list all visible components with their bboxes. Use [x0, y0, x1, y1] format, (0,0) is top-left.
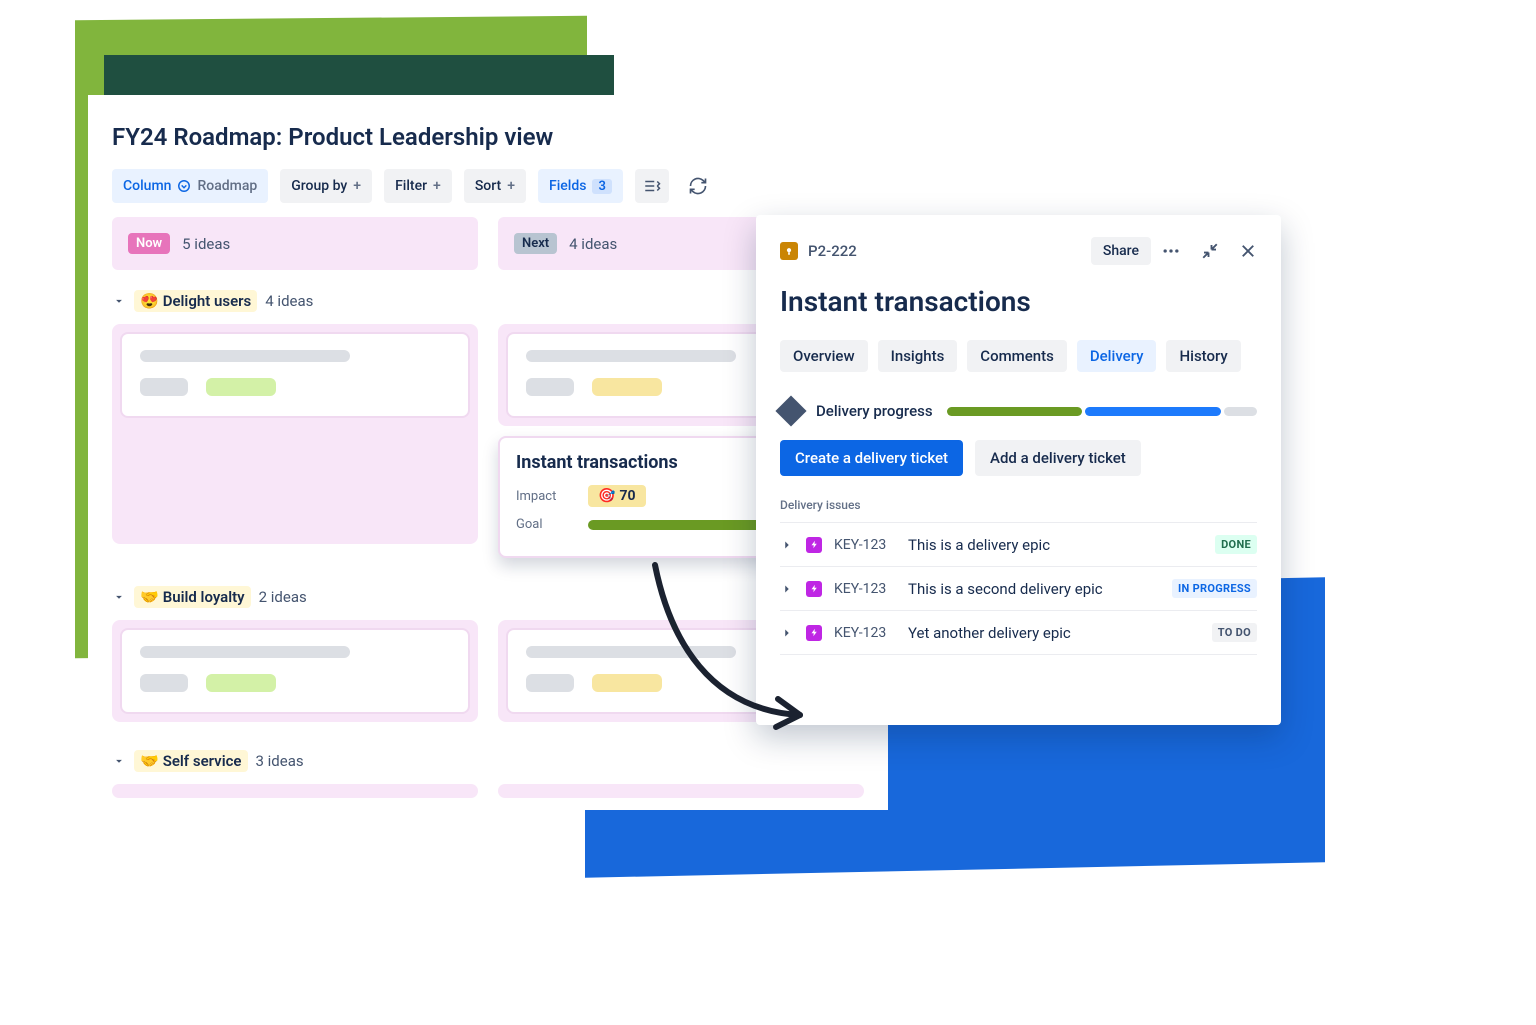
delivery-issue-row[interactable]: KEY-123 This is a delivery epic DONE	[780, 522, 1257, 567]
placeholder-pill	[526, 674, 574, 692]
group-by-button[interactable]: Group by +	[280, 169, 372, 203]
delivery-progress-row: Delivery progress	[780, 400, 1257, 422]
fields-count-badge: 3	[592, 179, 611, 194]
layout-icon-button[interactable]	[635, 169, 669, 203]
panel-title: Instant transactions	[780, 285, 1257, 318]
target-icon: 🎯	[598, 488, 615, 504]
tab-delivery[interactable]: Delivery	[1077, 340, 1157, 372]
group-emoji-badge: 😍 Delight users	[134, 290, 257, 312]
group-emoji-badge: 🤝 Self service	[134, 750, 248, 772]
collapse-icon[interactable]	[1201, 242, 1219, 260]
group-header-self-service[interactable]: 🤝 Self service 3 ideas	[88, 730, 888, 784]
status-badge: DONE	[1215, 535, 1257, 554]
plus-icon: +	[507, 178, 515, 194]
column-selector[interactable]: Column Roadmap	[112, 169, 268, 203]
column-count: 5 ideas	[182, 235, 230, 253]
chevron-right-icon	[780, 538, 794, 552]
delivery-issues-list: KEY-123This is a delivery epicDONEKEY-12…	[780, 522, 1257, 655]
epic-icon	[806, 625, 822, 641]
placeholder-line	[526, 646, 736, 658]
tab-insights[interactable]: Insights	[878, 340, 958, 372]
goal-label: Goal	[516, 517, 572, 532]
placeholder-line	[140, 350, 350, 362]
idea-type-icon	[780, 242, 798, 260]
card-slot	[112, 784, 478, 798]
column-label: Column	[123, 178, 171, 194]
filter-button[interactable]: Filter +	[384, 169, 452, 203]
idea-card-placeholder[interactable]	[120, 332, 470, 418]
column-count: 4 ideas	[569, 235, 617, 253]
column-value: Roadmap	[197, 178, 257, 194]
delivery-progress-bar	[947, 407, 1257, 416]
share-button[interactable]: Share	[1091, 237, 1151, 265]
issue-key[interactable]: P2-222	[808, 242, 1081, 260]
delivery-actions: Create a delivery ticket Add a delivery …	[780, 440, 1257, 476]
chevron-down-icon	[112, 590, 126, 604]
placeholder-pill	[140, 674, 188, 692]
placeholder-pill	[592, 674, 662, 692]
placeholder-pill	[206, 674, 276, 692]
issue-title: This is a second delivery epic	[908, 580, 1160, 598]
board-title: FY24 Roadmap: Product Leadership view	[88, 95, 888, 169]
group-emoji-badge: 🤝 Build loyalty	[134, 586, 251, 608]
impact-badge: 🎯 70	[588, 485, 646, 507]
epic-icon	[806, 537, 822, 553]
issue-title: Yet another delivery epic	[908, 624, 1200, 642]
group-count: 4 ideas	[265, 292, 313, 310]
placeholder-pill	[592, 378, 662, 396]
tab-overview[interactable]: Overview	[780, 340, 868, 372]
placeholder-pill	[526, 378, 574, 396]
column-header-now[interactable]: Now 5 ideas	[112, 217, 478, 270]
placeholder-line	[140, 646, 350, 658]
panel-tabs: Overview Insights Comments Delivery Hist…	[780, 340, 1257, 372]
add-delivery-ticket-button[interactable]: Add a delivery ticket	[975, 440, 1141, 476]
issue-key: KEY-123	[834, 625, 896, 641]
issue-detail-panel: P2-222 Share Instant transactions Overvi…	[756, 215, 1281, 725]
card-row-3	[88, 784, 888, 806]
delivery-issues-label: Delivery issues	[780, 498, 1257, 512]
status-badge: IN PROGRESS	[1172, 579, 1257, 598]
fields-button[interactable]: Fields 3	[538, 169, 623, 203]
card-slot	[112, 324, 478, 544]
create-delivery-ticket-button[interactable]: Create a delivery ticket	[780, 440, 963, 476]
chevron-right-icon	[780, 626, 794, 640]
refresh-icon-button[interactable]	[681, 169, 715, 203]
issue-title: This is a delivery epic	[908, 536, 1203, 554]
diamond-icon	[775, 395, 806, 426]
issue-key: KEY-123	[834, 581, 896, 597]
delivery-issue-row[interactable]: KEY-123 This is a second delivery epic IN …	[780, 567, 1257, 611]
board-toolbar: Column Roadmap Group by + Filter + Sort …	[88, 169, 888, 217]
column-tag: Next	[514, 233, 557, 254]
idea-card-placeholder[interactable]	[120, 628, 470, 714]
plus-icon: +	[353, 178, 361, 194]
issue-key: KEY-123	[834, 537, 896, 553]
tab-comments[interactable]: Comments	[967, 340, 1067, 372]
group-count: 2 ideas	[259, 588, 307, 606]
tab-history[interactable]: History	[1166, 340, 1240, 372]
plus-icon: +	[433, 178, 441, 194]
sort-button[interactable]: Sort +	[464, 169, 526, 203]
refresh-icon	[688, 176, 708, 196]
delivery-issue-row[interactable]: KEY-123 Yet another delivery epic TO DO	[780, 611, 1257, 655]
card-slot	[112, 620, 478, 722]
chevron-down-icon	[112, 294, 126, 308]
panel-header: P2-222 Share	[780, 237, 1257, 265]
placeholder-pill	[206, 378, 276, 396]
chevron-down-icon	[112, 754, 126, 768]
delivery-progress-label: Delivery progress	[816, 402, 933, 420]
more-icon[interactable]	[1161, 241, 1181, 261]
placeholder-pill	[140, 378, 188, 396]
status-badge: TO DO	[1212, 623, 1257, 642]
card-slot	[498, 784, 864, 798]
chevron-right-icon	[780, 582, 794, 596]
impact-label: Impact	[516, 489, 572, 504]
placeholder-line	[526, 350, 736, 362]
chevron-down-icon	[177, 179, 191, 193]
epic-icon	[806, 581, 822, 597]
column-tag: Now	[128, 233, 170, 254]
close-icon[interactable]	[1239, 242, 1257, 260]
group-count: 3 ideas	[256, 752, 304, 770]
layout-icon	[643, 177, 661, 195]
